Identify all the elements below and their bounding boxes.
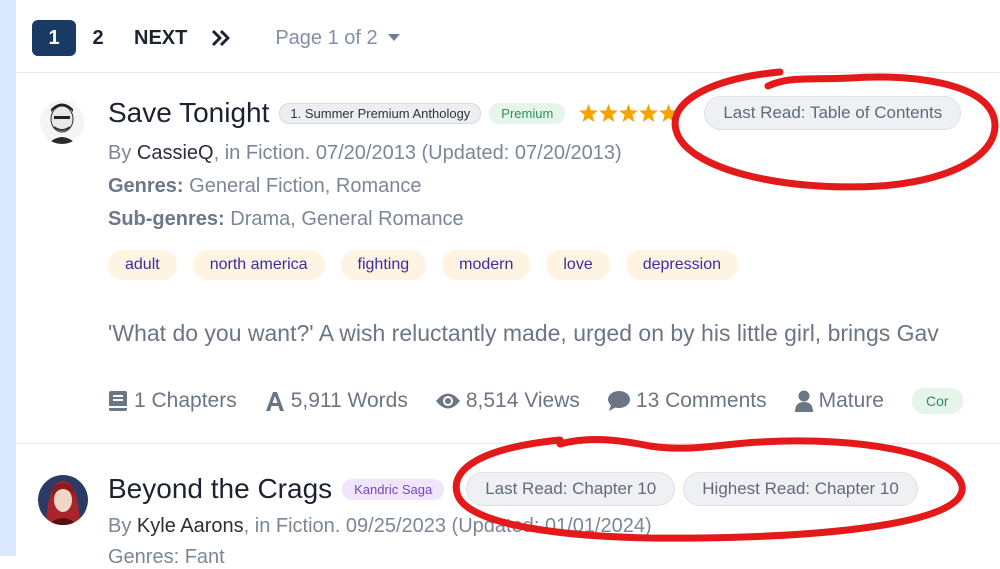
comments-count: 13 Comments — [635, 389, 767, 412]
chapters-count: 1 Chapters — [134, 389, 237, 412]
chapters-stat: 1 Chapters — [108, 389, 237, 413]
last-read-button[interactable]: Last Read: Table of Contents — [704, 96, 962, 130]
byline-details: , in Fiction. 09/25/2023 (Updated: 01/01… — [243, 515, 652, 537]
tag-fighting[interactable]: fighting — [340, 250, 427, 280]
genres-line: Genres: General Fiction, Romance — [108, 175, 421, 198]
story-title[interactable]: Beyond the Crags — [108, 473, 332, 505]
byline-details: , in Fiction. 07/20/2013 (Updated: 07/20… — [213, 142, 622, 164]
byline-prefix: By — [108, 515, 137, 537]
tag-depression[interactable]: depression — [625, 250, 739, 280]
star-icon — [659, 104, 679, 122]
user-icon — [794, 390, 813, 412]
subgenres-line: Sub-genres: Drama, General Romance — [108, 208, 464, 231]
rating-stat: Mature — [794, 389, 884, 413]
caret-down-icon — [387, 34, 400, 41]
series-badge[interactable]: 1. Summer Premium Anthology — [279, 102, 482, 124]
words-stat: 5,911 Words — [265, 389, 408, 413]
divider — [16, 72, 1000, 73]
completion-badge: Cor — [911, 388, 963, 414]
story-title-row: Beyond the Crags Kandric Saga Last Read:… — [108, 472, 918, 506]
chevrons-right-icon — [212, 29, 230, 47]
left-sidebar-strip — [0, 0, 16, 556]
subgenres-value: Drama, General Romance — [230, 208, 464, 230]
star-icon — [639, 104, 659, 122]
story-stats: 1 Chapters 5,911 Words 8,514 Views 13 Co… — [108, 388, 963, 414]
page-1-button[interactable]: 1 — [32, 20, 76, 56]
story-title-row: Save Tonight 1. Summer Premium Anthology… — [108, 96, 962, 130]
story-byline: By CassieQ, in Fiction. 07/20/2013 (Upda… — [108, 142, 622, 165]
views-count: 8,514 Views — [465, 389, 580, 412]
last-page-button[interactable] — [201, 20, 241, 56]
tag-modern[interactable]: modern — [442, 250, 531, 280]
genres-label: Genres: — [108, 175, 184, 197]
tag-love[interactable]: love — [546, 250, 610, 280]
last-read-button[interactable]: Last Read: Chapter 10 — [466, 472, 676, 506]
author-avatar — [38, 475, 88, 525]
story-title[interactable]: Save Tonight — [108, 97, 269, 129]
comment-icon — [607, 391, 630, 411]
byline-prefix: By — [108, 142, 137, 164]
rating-value: Mature — [818, 389, 884, 412]
font-icon — [265, 392, 284, 411]
story-description: 'What do you want?' A wish reluctantly m… — [108, 320, 939, 346]
highest-read-button[interactable]: Highest Read: Chapter 10 — [683, 472, 918, 506]
star-icon — [579, 104, 599, 122]
premium-badge: Premium — [489, 102, 566, 124]
eye-icon — [435, 393, 460, 409]
series-badge[interactable]: Kandric Saga — [342, 478, 445, 500]
story-byline: By Kyle Aarons, in Fiction. 09/25/2023 (… — [108, 515, 652, 538]
star-icon — [619, 104, 639, 122]
subgenres-label: Sub-genres: — [108, 208, 225, 230]
tag-adult[interactable]: adult — [108, 250, 177, 280]
comments-stat[interactable]: 13 Comments — [607, 389, 767, 413]
tag-list: adult north america fighting modern love… — [108, 250, 739, 280]
genres-line-partial: Genres: Fant — [108, 546, 225, 568]
pagination: 1 2 NEXT Page 1 of 2 — [32, 18, 400, 58]
next-button[interactable]: NEXT — [120, 27, 201, 50]
genres-value: General Fiction, Romance — [189, 175, 422, 197]
author-avatar — [40, 100, 84, 144]
star-icon — [599, 104, 619, 122]
page-select-dropdown[interactable]: Page 1 of 2 — [275, 26, 400, 50]
page-2-button[interactable]: 2 — [76, 20, 120, 56]
words-count: 5,911 Words — [290, 389, 408, 412]
star-rating — [579, 104, 679, 122]
author-link[interactable]: Kyle Aarons — [137, 515, 244, 537]
page-select-label: Page 1 of 2 — [275, 26, 378, 49]
views-stat: 8,514 Views — [435, 389, 580, 413]
divider — [16, 443, 1000, 444]
author-link[interactable]: CassieQ — [137, 142, 214, 164]
tag-north-america[interactable]: north america — [192, 250, 325, 280]
book-icon — [109, 391, 127, 411]
